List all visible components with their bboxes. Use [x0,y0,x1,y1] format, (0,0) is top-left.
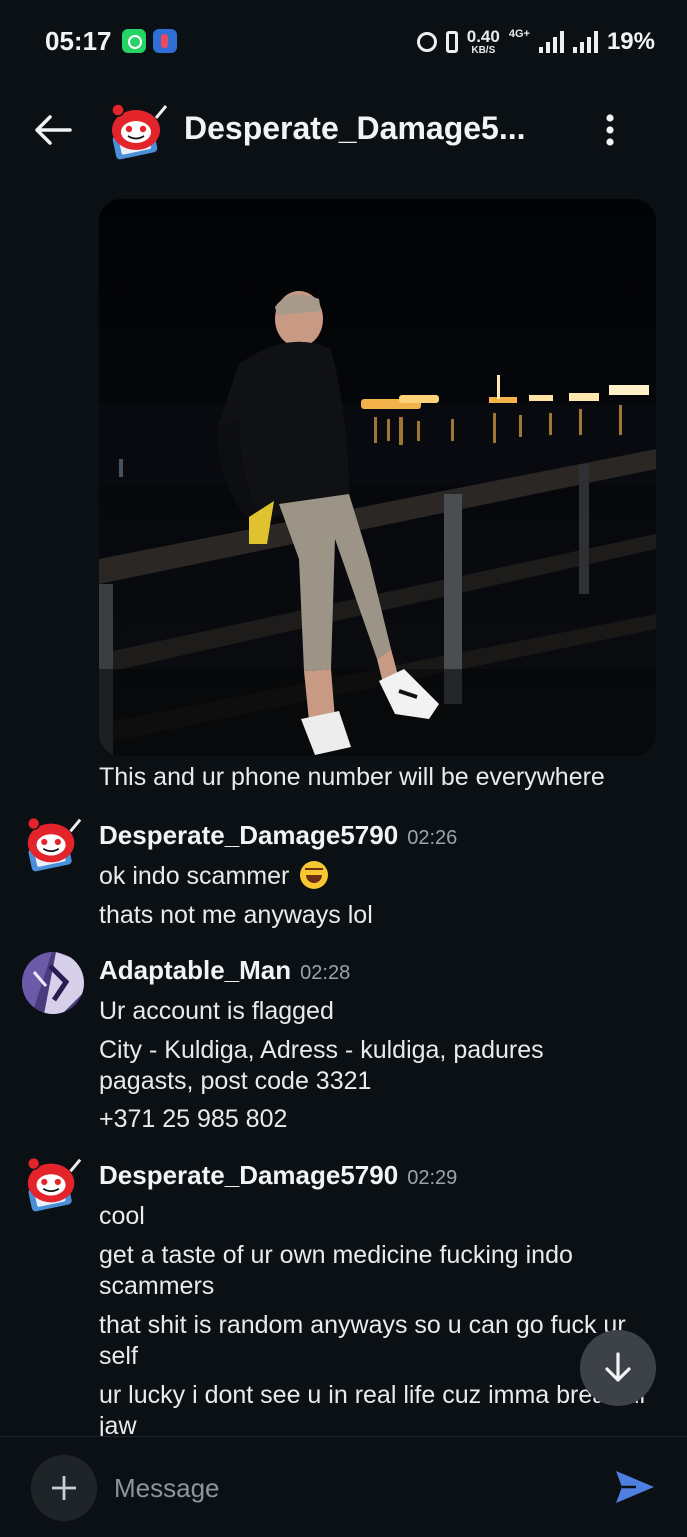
message-text: ok indo scammer [99,861,659,892]
chat-header: Desperate_Damage5... [0,84,687,176]
image-caption: This and ur phone number will be everywh… [99,763,605,791]
message-group: Adaptable_Man 02:28 Ur account is flagge… [0,952,687,1145]
message-timestamp: 02:28 [300,962,351,984]
snoo-avatar[interactable] [22,1150,84,1212]
alarm-icon [416,32,437,52]
snoo-avatar[interactable] [22,810,84,872]
network-speed-unit: KB/S [471,44,496,56]
header-title[interactable]: Desperate_Damage5... [184,110,526,147]
message-text: get a taste of ur own medicine fucking i… [99,1241,573,1300]
status-time: 05:17 [45,26,112,56]
message-timestamp: 02:26 [407,827,458,849]
send-icon[interactable] [612,1467,658,1507]
add-attachment-button[interactable] [31,1455,97,1521]
more-vertical-icon[interactable] [592,110,628,150]
whatsapp-icon [122,29,146,53]
message-username[interactable]: Adaptable_Man [99,955,291,986]
network-speed-value: 0.40 [466,26,500,46]
message-group: Desperate_Damage5790 02:29 cool get a ta… [0,1157,687,1460]
message-group: Desperate_Damage5790 02:26 ok indo scamm… [0,817,687,940]
scroll-to-bottom-button[interactable] [580,1330,656,1406]
purple-abstract-avatar[interactable] [22,952,84,1014]
message-username[interactable]: Desperate_Damage5790 [99,1160,398,1191]
arrow-left-icon[interactable] [30,110,76,150]
vibrate-icon [445,31,458,53]
rolling-on-floor-laughing-emoji [300,861,329,889]
signal-icon [538,31,564,53]
message-text: City - Kuldiga, Adress - kuldiga, padure… [99,1036,544,1095]
message-username[interactable]: Desperate_Damage5790 [99,820,398,851]
message-text: cool [99,1202,145,1230]
status-bar: 05:17 0.40 KB/S 4G+ 19% [0,0,687,84]
message-text: Ur account is flagged [99,997,334,1025]
header-avatar[interactable] [106,96,170,160]
message-text: ur lucky i dont see u in real life cuz i… [99,1381,648,1440]
status-indicators: 0.40 KB/S 4G+ 19% [416,24,655,60]
message-text-content: ok indo scammer [99,862,290,890]
arrow-down-icon [605,1352,631,1382]
battery-percent: 19% [606,28,655,55]
message-composer [0,1436,687,1537]
message-timestamp: 02:29 [407,1167,458,1189]
signal-icon-sim2 [572,31,598,53]
shared-photo[interactable] [99,199,656,756]
message-header: Desperate_Damage5790 02:26 [99,820,457,854]
plus-icon [52,1476,76,1500]
message-input[interactable] [112,1465,576,1511]
teams-icon [153,29,177,53]
network-speed: 0.40 KB/S [467,28,500,57]
message-header: Desperate_Damage5790 02:29 [99,1160,457,1194]
message-text: thats not me anyways lol [99,901,373,929]
message-text: that shit is random anyways so u can go … [99,1311,626,1370]
message-text: +371 25 985 802 [99,1105,288,1133]
network-type: 4G+ [508,28,530,40]
message-header: Adaptable_Man 02:28 [99,955,350,989]
